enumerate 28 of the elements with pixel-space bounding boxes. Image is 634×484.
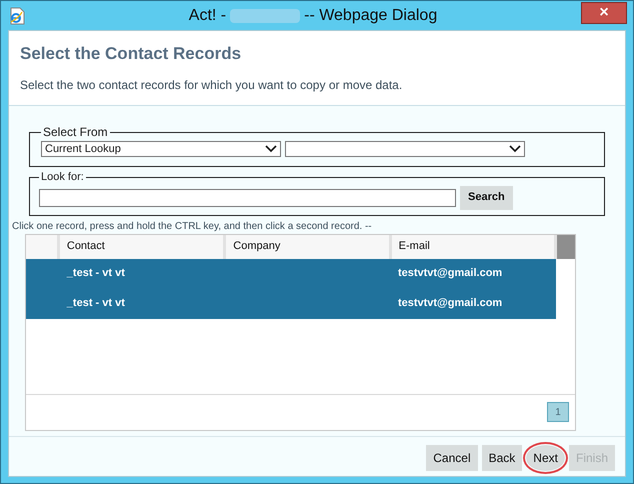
window-title: -- Webpage Dialog (304, 6, 438, 26)
window-title: Act! - (188, 6, 226, 26)
table-cell-text: _test - vt vt (66, 266, 125, 282)
group-legend: Look for: (39, 169, 86, 186)
group-legend: Select From (41, 123, 110, 141)
table-cell-text: testvtvt@gmail.com (398, 266, 502, 282)
table-cell-text: testvtvt@gmail.com (398, 296, 502, 312)
close-button[interactable]: × (581, 2, 627, 24)
search-button[interactable]: Search (460, 186, 513, 210)
dialog-button[interactable]: Back (482, 445, 522, 471)
table-row[interactable]: _test - vt vt testvtvt@gmail.com (26, 258, 556, 288)
table-cell-text: _test - vt vt (66, 296, 125, 312)
chevron-down-icon (265, 145, 277, 153)
dropdown[interactable] (285, 141, 525, 157)
dialog-button[interactable]: Next (526, 445, 565, 471)
redacted-blur (230, 8, 300, 22)
browser-document-icon (9, 6, 25, 24)
dropdown[interactable]: Current Lookup (41, 141, 281, 157)
search-field[interactable] (39, 188, 456, 206)
scrollbar-corner (557, 234, 575, 258)
dialog-button[interactable]: Cancel (426, 445, 478, 471)
page-button[interactable]: 1 (547, 402, 569, 422)
page-title: Select the Contact Records (20, 43, 242, 65)
table-row[interactable]: _test - vt vt testvtvt@gmail.com (26, 288, 556, 318)
instruction-text: Click one record, press and hold the CTRL key, and then click a second record. -- (11, 220, 373, 234)
dropdown-value: Current Lookup (45, 142, 121, 157)
page-subtitle: Select the two contact records for which you want to copy or move data. (20, 76, 404, 94)
chevron-down-icon (509, 145, 521, 153)
